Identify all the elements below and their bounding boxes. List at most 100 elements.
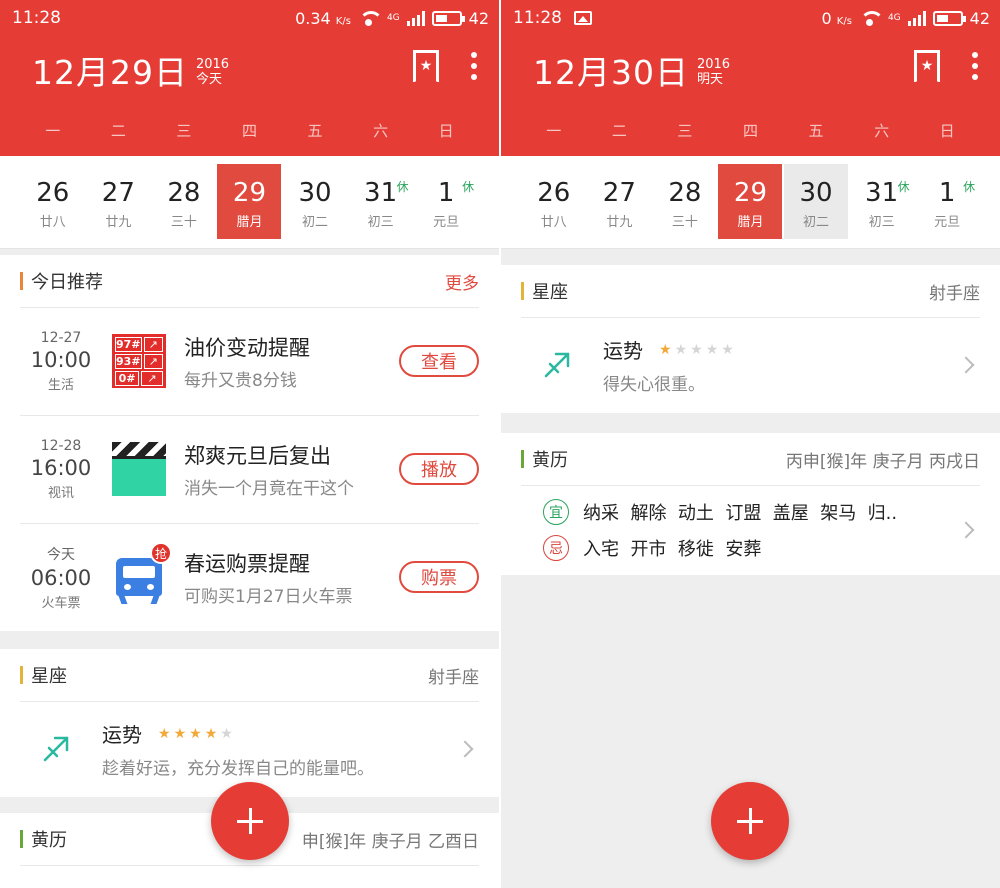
list-item[interactable]: 今天 06:00 火车票 抢 春运购票提醒 可购买1月27日火车票 购票 <box>0 523 499 631</box>
chevron-right-icon <box>456 740 474 758</box>
weekday-label: 六 <box>373 121 389 140</box>
accent-bar <box>521 450 524 468</box>
image-notification-icon <box>574 11 592 25</box>
star-filled-icon: ★ <box>189 725 202 742</box>
more-link[interactable]: 更多 <box>445 269 479 294</box>
weekday-row: 一 二 三 四 五 六 日 <box>0 104 499 156</box>
wifi-icon <box>358 10 383 26</box>
holiday-badge: 休 <box>396 180 409 194</box>
title-bar: 12月29日 2016 今天 ★ <box>0 36 499 104</box>
weekday-label: 一 <box>45 121 61 140</box>
selected-date[interactable]: 12月30日 <box>533 46 689 94</box>
grab-badge: 抢 <box>150 542 172 564</box>
selected-date[interactable]: 12月29日 <box>32 46 188 94</box>
day-cell[interactable]: 31 初三休 <box>850 164 914 239</box>
weekday-row: 一 二 三 四 五 六 日 <box>501 104 1000 156</box>
weekday-label: 一 <box>546 121 562 140</box>
accent-bar <box>20 830 23 848</box>
ji-badge: 忌 <box>543 535 569 561</box>
fortune-stars: ★ ★ ★ ★ ★ <box>158 726 233 742</box>
network-speed: 0 K/s <box>821 8 852 28</box>
day-cell[interactable]: 26 廿八 <box>522 164 586 239</box>
day-cell[interactable]: 1 元旦休 <box>414 164 478 239</box>
day-cell[interactable]: 28 三十 <box>653 164 717 239</box>
chevron-right-icon <box>957 356 975 374</box>
holiday-badge: 休 <box>897 180 910 194</box>
chevron-right-icon <box>957 521 975 539</box>
list-item[interactable]: 12-27 10:00 生活 97# ↗ 93# ↗ 0# ↗ 油价变动提醒 每升又贵… <box>0 307 499 415</box>
day-cell[interactable]: 27 廿九 <box>86 164 150 239</box>
fortune-stars: ★ ★ ★ ★ ★ <box>659 342 734 358</box>
buy-ticket-button[interactable]: 购票 <box>399 561 479 593</box>
more-options-icon[interactable] <box>972 52 978 80</box>
relative-day-label: 今天 <box>195 72 222 87</box>
weekday-label: 四 <box>742 121 758 140</box>
star-empty-icon: ★ <box>690 341 703 358</box>
status-time: 11:28 <box>12 8 61 28</box>
weekday-label: 五 <box>808 121 824 140</box>
clapperboard-icon <box>112 442 166 496</box>
holiday-badge: 休 <box>963 180 976 194</box>
star-filled-icon: ★ <box>158 725 171 742</box>
battery-level: 42 <box>969 8 990 28</box>
almanac-yi-row: 宜 纳采 解除 动土 订盟 盖屋 架马 归.. <box>543 499 960 525</box>
title-bar: 12月30日 2016 明天 ★ <box>501 36 1000 104</box>
day-cell[interactable]: 28 三十 <box>152 164 216 239</box>
wifi-icon <box>859 10 884 26</box>
almanac-card[interactable]: 黄历 丙申[猴]年 庚子月 丙戌日 宜 纳采 解除 动土 订盟 盖屋 架马 归.… <box>501 433 1000 575</box>
signal-icon <box>907 10 926 26</box>
network-type: 4G <box>887 13 901 23</box>
day-cell[interactable]: 27 廿九 <box>587 164 651 239</box>
zodiac-sign: 射手座 <box>428 667 479 688</box>
day-cell-selected[interactable]: 30 初二 <box>784 164 849 239</box>
relative-day-label: 明天 <box>696 72 723 87</box>
zodiac-card[interactable]: 星座 射手座 运势 ★ ★ ★ ★ ★ 趁着好运，充分发挥自己的能量吧。 <box>0 649 499 797</box>
accent-bar <box>20 666 23 684</box>
bookmark-star-icon[interactable]: ★ <box>413 50 439 83</box>
ji-activities: 入宅 开市 移徙 安葬 <box>583 539 762 560</box>
star-filled-icon: ★ <box>659 341 672 358</box>
status-bar: 11:28 0 K/s 4G 42 <box>501 0 1000 36</box>
battery-level: 42 <box>468 8 489 28</box>
network-speed: 0.34 K/s <box>295 8 351 28</box>
day-cell[interactable]: 26 廿八 <box>21 164 85 239</box>
battery-icon <box>932 10 966 26</box>
day-cell-selected[interactable]: 29 腊月 <box>217 164 282 239</box>
calendar-header: 11:28 0.34 K/s 4G 42 12月29日 2016 今天 ★ 一 <box>0 0 499 156</box>
zodiac-card[interactable]: 星座 射手座 运势 ★ ★ ★ ★ ★ 得失心很重。 <box>501 265 1000 413</box>
battery-icon <box>431 10 465 26</box>
sagittarius-icon <box>26 734 86 764</box>
almanac-ji-row: 忌 入宅 开市 移徙 安葬 <box>543 535 960 561</box>
add-event-button[interactable] <box>711 782 789 860</box>
star-empty-icon: ★ <box>674 341 688 358</box>
recommend-card: 今日推荐 更多 12-27 10:00 生活 97# ↗ 93# ↗ 0# ↗ 油价变… <box>0 255 499 631</box>
star-filled-icon: ★ <box>173 725 187 742</box>
day-cell[interactable]: 1 元旦休 <box>915 164 979 239</box>
star-empty-icon: ★ <box>721 341 734 358</box>
star-empty-icon: ★ <box>220 725 233 742</box>
weekday-label: 二 <box>611 121 627 140</box>
list-item[interactable]: 12-28 16:00 视讯 郑爽元旦后复出 消失一个月竟在干这个 播放 <box>0 415 499 523</box>
holiday-badge: 休 <box>462 180 475 194</box>
sagittarius-icon <box>527 350 587 380</box>
more-options-icon[interactable] <box>471 52 477 80</box>
add-event-button[interactable] <box>211 782 289 860</box>
day-cell[interactable]: 31 初三休 <box>349 164 413 239</box>
yi-badge: 宜 <box>543 499 569 525</box>
play-button[interactable]: 播放 <box>399 453 479 485</box>
week-strip: 26 廿八 27 廿九 28 三十 29 腊月 30 初二 31 初三休 1 元旦休 <box>0 156 499 249</box>
weekday-label: 三 <box>176 121 192 140</box>
day-cell-today[interactable]: 29 腊月 <box>718 164 783 239</box>
weekday-label: 日 <box>939 121 955 140</box>
bookmark-star-icon[interactable]: ★ <box>914 50 940 83</box>
calendar-header: 11:28 0 K/s 4G 42 12月30日 2016 明天 ★ 一 二 三… <box>501 0 1000 156</box>
day-cell[interactable]: 30 初二 <box>283 164 347 239</box>
year-label: 2016 <box>696 57 731 72</box>
signal-icon <box>406 10 425 26</box>
accent-bar <box>521 282 524 300</box>
weekday-label: 日 <box>438 121 454 140</box>
accent-bar <box>20 272 23 290</box>
year-label: 2016 <box>195 57 230 72</box>
view-button[interactable]: 查看 <box>399 345 479 377</box>
weekday-label: 三 <box>677 121 693 140</box>
